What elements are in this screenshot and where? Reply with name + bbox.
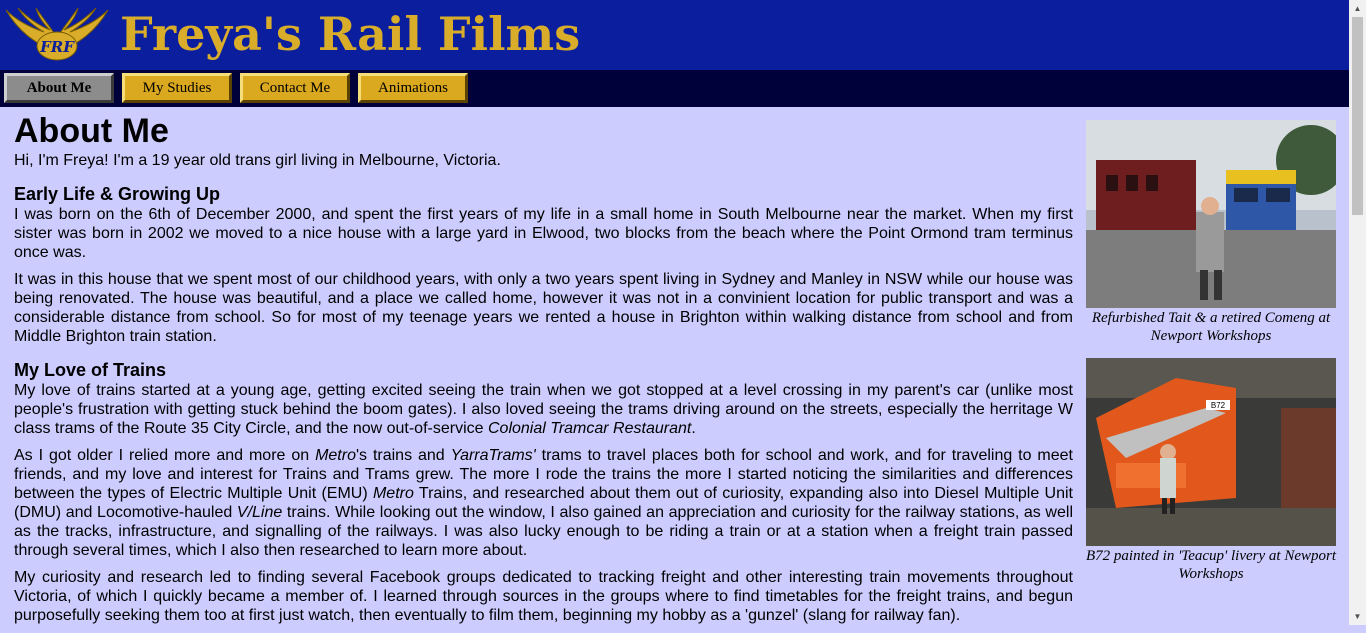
paragraph: As I got older I relied more and more on… xyxy=(14,446,1073,560)
figure-b72-locomotive: B72 B72 painted in 'Teacup' livery at Ne… xyxy=(1086,358,1336,583)
site-header: FRF Freya's Rail Films xyxy=(0,0,1349,70)
scroll-up-arrow-icon[interactable]: ▲ xyxy=(1349,0,1366,17)
section-heading-love-of-trains: My Love of Trains xyxy=(14,360,167,380)
locomotive-photo-icon[interactable]: B72 xyxy=(1086,358,1336,546)
site-title[interactable]: Freya's Rail Films xyxy=(120,4,580,64)
figure-caption: Refurbished Tait & a retired Comeng at N… xyxy=(1091,310,1331,344)
scrollbar-thumb[interactable] xyxy=(1352,17,1363,215)
emphasis: V/Line xyxy=(236,504,283,521)
vertical-scrollbar[interactable]: ▲ ▼ xyxy=(1349,0,1366,625)
nav-animations-button[interactable]: Animations xyxy=(358,73,468,103)
nav-bar: About Me My Studies Contact Me Animation… xyxy=(0,70,1349,107)
nav-my-studies-button[interactable]: My Studies xyxy=(122,73,232,103)
paragraph: I was born on the 6th of December 2000, … xyxy=(14,206,1073,261)
intro-text: Hi, I'm Freya! I'm a 19 year old trans g… xyxy=(14,152,501,169)
emphasis: Metro xyxy=(372,485,414,502)
text-span: . xyxy=(691,420,696,437)
loco-number-label: B72 xyxy=(1211,401,1226,410)
frf-logo-icon[interactable]: FRF xyxy=(4,4,110,66)
figure-caption: B72 painted in 'Teacup' livery at Newpor… xyxy=(1086,548,1337,582)
paragraph: My curiosity and research led to finding… xyxy=(14,569,1073,624)
train-photo-icon[interactable] xyxy=(1086,120,1336,308)
section-heading-early-life: Early Life & Growing Up xyxy=(14,184,221,204)
nav-contact-me-button[interactable]: Contact Me xyxy=(240,73,350,103)
text-span: 's trains and xyxy=(355,447,451,464)
nav-about-me-button[interactable]: About Me xyxy=(4,73,114,103)
logo-text: FRF xyxy=(39,38,75,56)
paragraph: My love of trains started at a young age… xyxy=(14,381,1073,438)
page-title: About Me xyxy=(14,112,169,150)
figure-tait-comeng: Refurbished Tait & a retired Comeng at N… xyxy=(1086,120,1336,345)
emphasis: YarraTrams' xyxy=(450,447,536,464)
emphasis: Colonial Tramcar Restaurant xyxy=(487,420,692,437)
main-content: About Me Hi, I'm Freya! I'm a 19 year ol… xyxy=(14,107,1073,633)
scroll-down-arrow-icon[interactable]: ▼ xyxy=(1349,608,1366,625)
paragraph: It was in this house that we spent most … xyxy=(14,271,1073,345)
emphasis: Metro xyxy=(315,447,356,464)
text-span: As I got older I relied more and more on xyxy=(14,447,316,464)
